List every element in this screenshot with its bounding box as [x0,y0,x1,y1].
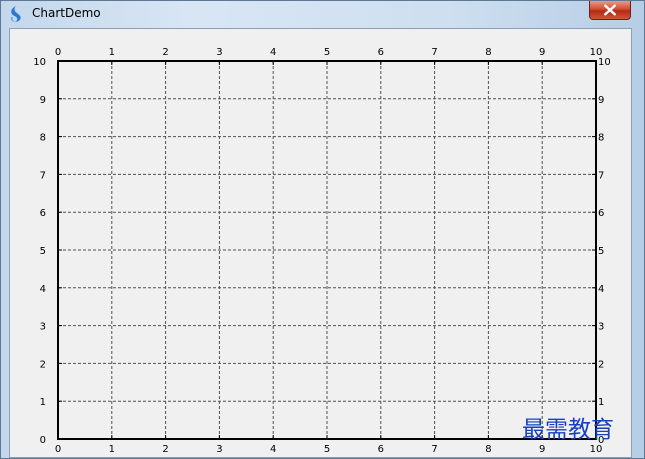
y-tick-label-left: 3 [40,322,46,333]
close-button[interactable] [589,1,631,20]
x-tick-label-top: 2 [162,47,168,58]
x-tick-label-top: 5 [324,47,330,58]
y-tick-label-right: 7 [598,170,604,181]
x-tick-label-bottom: 5 [324,444,330,455]
x-tick-label-bottom: 0 [55,444,61,455]
x-tick-label-top: 9 [539,47,545,58]
y-tick-label-left: 0 [40,435,46,446]
grid-layer [58,61,596,439]
x-tick-label-bottom: 1 [109,444,115,455]
watermark-text: 最需教育 [522,417,614,443]
y-tick-label-left: 2 [40,359,46,370]
x-tick-label-top: 0 [55,47,61,58]
tick-label-layer: 0011223344556677889910100 01 12 23 34 45 56 67 7… [33,47,610,455]
y-tick-label-right: 8 [598,133,604,144]
y-tick-label-left: 9 [40,95,46,106]
y-tick-label-left: 8 [40,133,46,144]
x-tick-label-bottom: 3 [216,444,222,455]
y-tick-label-right: 2 [598,359,604,370]
y-tick-label-left: 7 [40,170,46,181]
y-tick-label-right: 6 [598,208,604,219]
title-bar[interactable]: ChartDemo [1,1,644,27]
app-window: ChartDemo 0 0 1 1 2 2 3 3 4 4 5 5 6 6 7 7 8 8 9 9 10 10 0 0 1 1 2 2… [0,0,645,459]
x-tick-label-top: 1 [109,47,115,58]
y-tick-label-right: 10 [598,57,611,68]
close-icon [604,4,616,16]
x-tick-label-top: 6 [378,47,384,58]
y-tick-label-left: 10 [33,57,46,68]
x-tick-label-bottom: 2 [162,444,168,455]
x-tick-label-top: 4 [270,47,276,58]
x-tick-label-bottom: 6 [378,444,384,455]
x-tick-label-bottom: 7 [431,444,437,455]
y-tick-label-left: 6 [40,208,46,219]
x-tick-label-top: 8 [485,47,491,58]
chart-client-area: 0 0 1 1 2 2 3 3 4 4 5 5 6 6 7 7 8 8 9 9 10 10 0 0 1 1 2 2 3 3 4 4 5 5 6 6 7 7… [9,28,632,458]
x-tick-label-top: 7 [431,47,437,58]
chart-plot: 0011223344556677889910100 01 12 23 34 45 56 67 7… [33,47,610,455]
x-tick-label-bottom: 4 [270,444,276,455]
y-tick-label-left: 5 [40,246,46,257]
y-tick-label-left: 4 [40,284,46,295]
y-tick-label-right: 4 [598,284,604,295]
y-tick-label-right: 1 [598,397,604,408]
y-tick-label-right: 9 [598,95,604,106]
y-tick-label-right: 5 [598,246,604,257]
y-tick-label-left: 1 [40,397,46,408]
app-icon [10,6,21,22]
window-title: ChartDemo [32,6,101,20]
x-tick-label-top: 3 [216,47,222,58]
x-tick-label-bottom: 8 [485,444,491,455]
y-tick-label-right: 3 [598,322,604,333]
